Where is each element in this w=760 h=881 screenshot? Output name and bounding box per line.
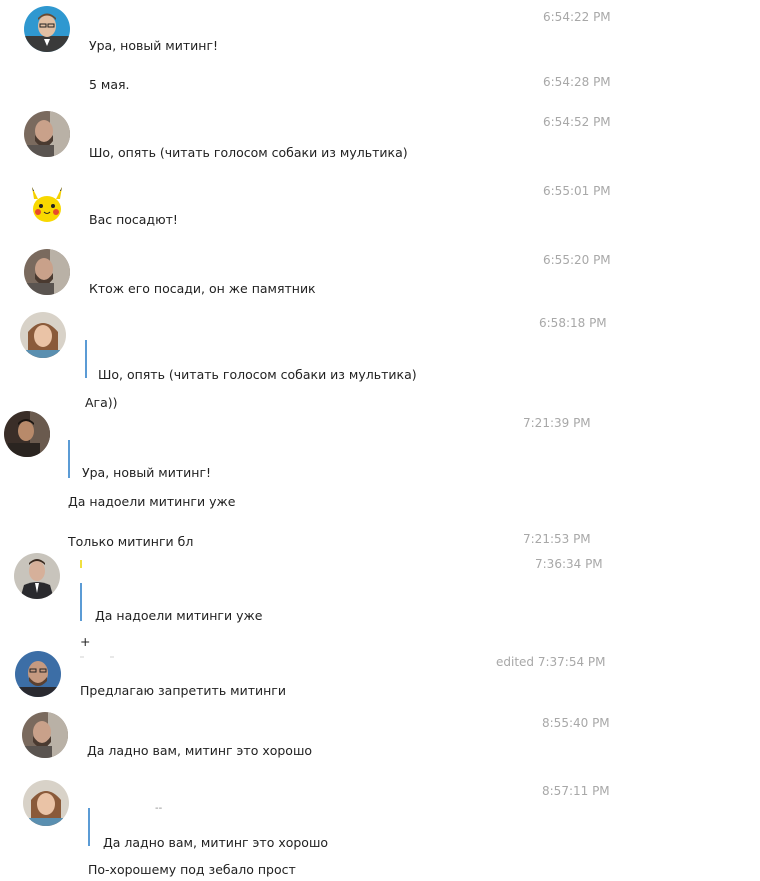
message-text: + <box>80 634 91 649</box>
message-text: Предлагаю запретить митинги <box>80 683 286 698</box>
woman-avatar[interactable] <box>23 780 69 826</box>
reply-quote-bar <box>68 440 70 478</box>
message-timestamp: 7:21:39 PM <box>523 416 591 430</box>
message-timestamp: 6:54:28 PM <box>543 75 611 89</box>
sender-name-placeholder <box>80 656 84 658</box>
dark-man-avatar[interactable] <box>4 411 50 457</box>
message-text: Только митинги бл <box>68 534 194 549</box>
message-text: Да надоели митинги уже <box>68 494 236 509</box>
reply-quote-text[interactable]: Шо, опять (читать голосом собаки из муль… <box>98 367 417 382</box>
bearded-man-avatar[interactable] <box>24 111 70 157</box>
man-glasses-avatar[interactable] <box>24 6 70 52</box>
message-text: Ктож его посади, он же памятник <box>89 281 316 296</box>
message-timestamp: 8:55:40 PM <box>542 716 610 730</box>
suit-man-avatar[interactable] <box>14 553 60 599</box>
message-text: Вас посадют! <box>89 212 178 227</box>
message-text: 5 мая. <box>89 77 130 92</box>
message-timestamp: 7:21:53 PM <box>523 532 591 546</box>
message-timestamp: 6:55:01 PM <box>543 184 611 198</box>
woman-avatar[interactable] <box>20 312 66 358</box>
reply-quote-bar <box>80 583 82 621</box>
pikachu-avatar[interactable] <box>24 181 70 227</box>
message-timestamp: 6:54:52 PM <box>543 115 611 129</box>
sender-name-placeholder <box>80 560 82 568</box>
message-text: Шо, опять (читать голосом собаки из муль… <box>89 145 408 160</box>
message-text: По-хорошему под зебало прост <box>88 862 296 877</box>
message-text: Да ладно вам, митинг это хорошо <box>87 743 313 758</box>
message-timestamp: edited 7:37:54 PM <box>496 655 606 669</box>
bald-man-avatar[interactable] <box>15 651 61 697</box>
bearded-man-avatar[interactable] <box>22 712 68 758</box>
bearded-man-avatar[interactable] <box>24 249 70 295</box>
message-timestamp: 8:57:11 PM <box>542 784 610 798</box>
message-timestamp: 6:58:18 PM <box>539 316 607 330</box>
reply-quote-bar <box>88 808 90 846</box>
sender-name-placeholder: -- <box>155 803 163 814</box>
message-timestamp: 6:54:22 PM <box>543 10 611 24</box>
sender-name-placeholder <box>110 656 114 658</box>
reply-quote-bar <box>85 340 87 378</box>
message-timestamp: 7:36:34 PM <box>535 557 603 571</box>
message-text: Ага)) <box>85 395 118 410</box>
reply-quote-text[interactable]: Да ладно вам, митинг это хорошо <box>103 835 328 850</box>
reply-quote-text[interactable]: Да надоели митинги уже <box>95 608 262 623</box>
reply-quote-text[interactable]: Ура, новый митинг! <box>82 465 211 480</box>
message-text: Ура, новый митинг! <box>89 38 219 53</box>
message-timestamp: 6:55:20 PM <box>543 253 611 267</box>
